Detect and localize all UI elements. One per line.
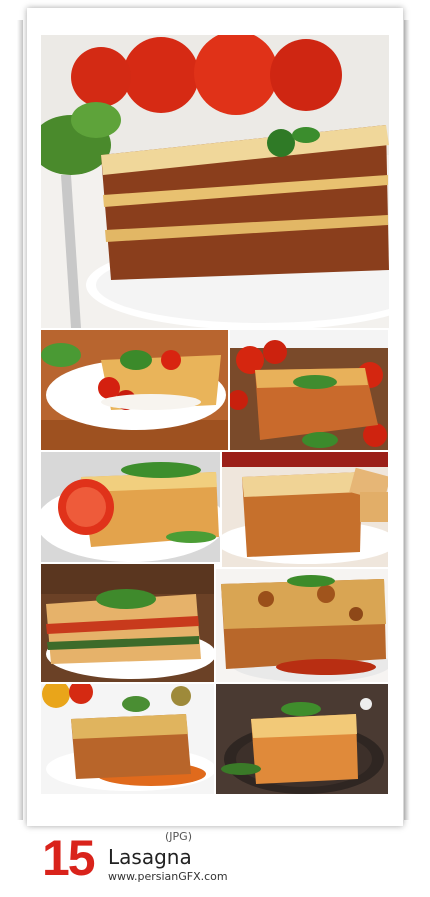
photo-baked-cheesy-lasagna: [216, 569, 388, 682]
website-url: www.persianGFX.com: [108, 870, 228, 883]
photo-lasagna-hero: [41, 35, 389, 328]
photo-lasagna-cherry-tomatoes: [41, 330, 228, 450]
photo-lasagna-dark-plate: [216, 684, 388, 794]
right-page-edge: [404, 20, 410, 820]
photo-lasagna-slice-basil: [230, 330, 388, 450]
photo-lasagna-white-plate: [222, 452, 388, 567]
image-count: 15: [42, 830, 96, 886]
photo-lasagna-tomato-slices: [41, 452, 220, 562]
collection-title: Lasagna: [108, 845, 192, 869]
left-page-edge: [17, 20, 23, 820]
file-format-label: (JPG): [165, 830, 192, 843]
photo-lasagna-spinach: [41, 564, 214, 682]
photo-lasagna-with-sauce: [41, 684, 214, 794]
